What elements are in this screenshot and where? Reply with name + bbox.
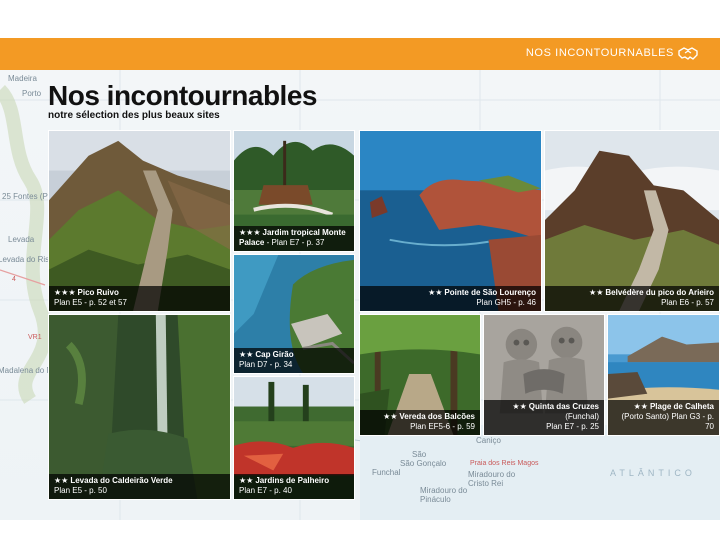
site-caption: ★★ Pointe de São Lourenço Plan GH5 - p. 4… — [360, 286, 541, 311]
belvedere-arieiro-photo — [545, 131, 719, 311]
site-name: Vereda dos Balcões — [399, 412, 475, 421]
site-caption: ★★ Plage de Calheta (Porto Santo) Plan G3… — [608, 400, 719, 435]
site-caption: ★★ Levada do Caldeirão Verde Plan E5 - p.… — [49, 474, 230, 499]
rating-stars: ★★ — [428, 288, 443, 297]
levada-caldeirao-photo — [49, 315, 230, 499]
rating-stars: ★★ — [54, 476, 69, 485]
site-reference: Plan E7 - p. 25 — [546, 422, 599, 431]
map-label: Praia dos Reis Magos — [470, 460, 539, 467]
site-reference: (Porto Santo) Plan G3 - p. 70 — [613, 412, 715, 432]
site-card-jardim-tropical[interactable]: ★★★ Jardim tropical Monte Palace - Plan E… — [233, 130, 355, 252]
map-label: São Gonçalo — [400, 459, 447, 468]
site-name: Plage de Calheta — [649, 402, 714, 411]
page-title: Nos incontournables — [48, 80, 317, 111]
site-caption: ★★ Belvédère du pico do Arieiro Plan E6 -… — [545, 286, 719, 311]
site-reference: - Plan E7 - p. 37 — [266, 238, 325, 247]
site-card-pointe-sao-lourenco[interactable]: ★★ Pointe de São Lourenço Plan GH5 - p. 4… — [359, 130, 542, 312]
site-reference: Plan E7 - p. 40 — [239, 486, 292, 495]
site-card-pico-ruivo[interactable]: ★★★ Pico Ruivo Plan E5 - p. 52 et 57 — [48, 130, 231, 312]
map-label: Levada — [8, 235, 35, 244]
site-card-plage-calheta[interactable]: ★★ Plage de Calheta (Porto Santo) Plan G3… — [607, 314, 720, 436]
rating-stars: ★★ — [383, 412, 398, 421]
section-banner: NOS INCONTOURNABLES — [0, 38, 720, 70]
pointe-sao-lourenco-photo — [360, 131, 541, 311]
site-reference: Plan GH5 - p. 46 — [476, 298, 536, 307]
map-label: São — [412, 450, 427, 459]
site-location: (Porto Santo) — [621, 412, 670, 421]
site-card-levada-caldeirao[interactable]: ★★ Levada do Caldeirão Verde Plan E5 - p.… — [48, 314, 231, 500]
site-card-vereda-balcoes[interactable]: ★★ Vereda dos Balcões Plan EF5-6 - p. 59 — [359, 314, 481, 436]
site-name: Jardins de Palheiro — [255, 476, 330, 485]
site-name: Levada do Caldeirão Verde — [70, 476, 173, 485]
site-caption: ★★ Vereda dos Balcões Plan EF5-6 - p. 59 — [360, 410, 480, 435]
rating-stars: ★★ — [589, 288, 604, 297]
map-label: Funchal — [372, 468, 401, 477]
site-location: (Funchal) — [565, 412, 599, 421]
rating-stars: ★★ — [512, 402, 527, 411]
site-caption: ★★ Jardins de Palheiro Plan E7 - p. 40 — [234, 474, 354, 499]
map-label: 4 — [12, 276, 16, 283]
site-name: Pointe de São Lourenço — [444, 288, 536, 297]
site-name: Belvédère du pico do Arieiro — [605, 288, 714, 297]
site-name: Cap Girão — [255, 350, 294, 359]
site-name: Pico Ruivo — [77, 288, 119, 297]
site-card-belvedere-arieiro[interactable]: ★★ Belvédère du pico do Arieiro Plan E6 -… — [544, 130, 720, 312]
site-name: Quinta das Cruzes — [528, 402, 599, 411]
handshake-icon — [678, 47, 698, 60]
rating-stars: ★★ — [633, 402, 648, 411]
site-reference: Plan E5 - p. 52 et 57 — [54, 298, 127, 307]
map-label: VR1 — [28, 334, 42, 341]
map-label: Miradouro do Pináculo — [420, 486, 468, 504]
site-caption: ★★ Cap Girão Plan D7 - p. 34 — [234, 348, 354, 373]
banner-label: NOS INCONTOURNABLES — [525, 47, 674, 59]
pico-ruivo-photo — [49, 131, 230, 311]
site-reference: Plan D7 - p. 34 — [239, 360, 293, 369]
map-label: Porto — [22, 89, 42, 98]
map-label: Caniço — [476, 436, 501, 445]
site-reference: Plan E5 - p. 50 — [54, 486, 107, 495]
guide-page: Madeira Porto 25 Fontes (PR 6) Levada Le… — [0, 0, 720, 556]
site-caption: ★★ Quinta das Cruzes (Funchal) Plan E7 - … — [484, 400, 604, 435]
rating-stars: ★★ — [239, 476, 254, 485]
page-subtitle: notre sélection des plus beaux sites — [48, 110, 220, 121]
site-card-quinta-cruzes[interactable]: ★★ Quinta das Cruzes (Funchal) Plan E7 - … — [483, 314, 605, 436]
rating-stars: ★★ — [239, 350, 254, 359]
site-caption: ★★★ Pico Ruivo Plan E5 - p. 52 et 57 — [49, 286, 230, 311]
site-card-cap-girao[interactable]: ★★ Cap Girão Plan D7 - p. 34 — [233, 254, 355, 374]
rating-stars: ★★★ — [239, 228, 261, 237]
site-plan: Plan G3 - p. 70 — [671, 412, 714, 431]
site-card-jardins-palheiro[interactable]: ★★ Jardins de Palheiro Plan E7 - p. 40 — [233, 376, 355, 500]
site-reference: Plan E6 - p. 57 — [661, 298, 714, 307]
site-caption: ★★★ Jardim tropical Monte Palace - Plan E… — [234, 226, 354, 251]
site-reference: Plan EF5-6 - p. 59 — [410, 422, 475, 431]
map-label: ATLÂNTICO — [610, 468, 696, 478]
map-label: Madeira — [8, 74, 37, 83]
rating-stars: ★★★ — [54, 288, 76, 297]
